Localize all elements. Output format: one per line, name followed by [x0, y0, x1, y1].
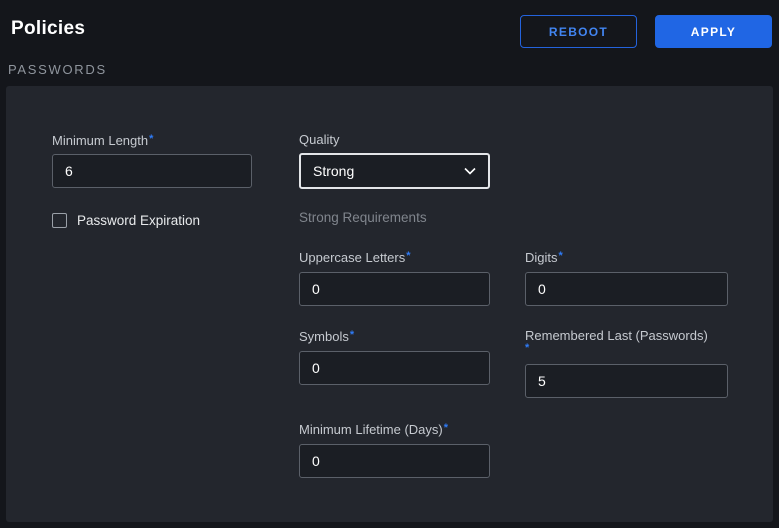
symbols-label-text: Symbols	[299, 329, 349, 344]
uppercase-letters-label: Uppercase Letters*	[299, 249, 411, 265]
minimum-lifetime-label-text: Minimum Lifetime (Days)	[299, 422, 443, 437]
required-marker: *	[444, 422, 448, 434]
remembered-last-input[interactable]	[525, 364, 728, 398]
password-expiration-label: Password Expiration	[77, 213, 200, 228]
passwords-panel: Minimum Length* Quality Strong Password …	[6, 86, 773, 522]
symbols-label: Symbols*	[299, 328, 354, 344]
password-expiration-checkbox[interactable]	[52, 213, 67, 228]
minimum-lifetime-label: Minimum Lifetime (Days)*	[299, 421, 448, 437]
uppercase-letters-label-text: Uppercase Letters	[299, 250, 405, 265]
remembered-last-label: Remembered Last (Passwords)*	[525, 328, 735, 353]
required-marker: *	[406, 250, 410, 262]
required-marker: *	[149, 133, 153, 145]
minimum-length-input[interactable]	[52, 154, 252, 188]
apply-button[interactable]: APPLY	[655, 15, 772, 48]
quality-label: Quality	[299, 132, 339, 147]
chevron-down-icon	[464, 167, 476, 175]
quality-select-value: Strong	[313, 163, 354, 179]
page-title: Policies	[11, 18, 85, 40]
password-expiration-row[interactable]: Password Expiration	[52, 213, 200, 228]
required-marker: *	[525, 343, 735, 353]
minimum-lifetime-input[interactable]	[299, 444, 490, 478]
required-marker: *	[350, 329, 354, 341]
remembered-last-label-text: Remembered Last (Passwords)	[525, 328, 708, 343]
strong-requirements-heading: Strong Requirements	[299, 210, 427, 225]
reboot-button[interactable]: REBOOT	[520, 15, 637, 48]
section-title-passwords: PASSWORDS	[8, 62, 107, 77]
uppercase-letters-input[interactable]	[299, 272, 490, 306]
quality-select[interactable]: Strong	[299, 153, 490, 189]
minimum-length-label-text: Minimum Length	[52, 133, 148, 148]
minimum-length-label: Minimum Length*	[52, 132, 153, 148]
required-marker: *	[559, 250, 563, 262]
digits-label-text: Digits	[525, 250, 558, 265]
symbols-input[interactable]	[299, 351, 490, 385]
digits-label: Digits*	[525, 249, 563, 265]
digits-input[interactable]	[525, 272, 728, 306]
